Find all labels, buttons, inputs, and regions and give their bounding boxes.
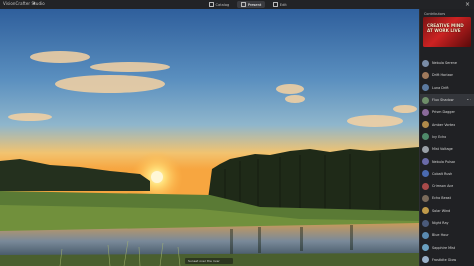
list-item[interactable]: Flux Shadow • · <box>420 93 474 107</box>
avatar <box>422 71 429 79</box>
contributor-name: Sapphire Mist <box>432 245 456 250</box>
list-item[interactable]: Ivy Echo <box>420 131 474 143</box>
avatar <box>422 145 429 153</box>
list-item[interactable]: Nebula Serene <box>420 57 474 69</box>
list-item[interactable]: Solar Wind <box>420 205 474 217</box>
sliders-icon <box>273 2 279 7</box>
contributor-list: Nebula Serene Drift Horizon Luna Drift Flux… <box>420 57 474 266</box>
tab-present-label: Present <box>247 2 262 7</box>
list-item[interactable]: Mist Voltage <box>420 143 474 155</box>
tab-catalog[interactable]: Catalog <box>205 1 233 8</box>
list-item[interactable]: Drift Horizon <box>420 69 474 81</box>
list-item[interactable]: Frostbite Glow <box>420 254 474 266</box>
avatar <box>422 108 429 116</box>
contributor-name: Drift Horizon <box>432 73 454 78</box>
play-icon <box>241 2 247 7</box>
list-item[interactable]: Night Ray <box>420 217 474 229</box>
featured-thumbnail[interactable]: CREATIVE MIND AT WORK LIVE <box>423 17 471 47</box>
photo-caption: Sunset over the river <box>188 259 220 263</box>
avatar <box>422 121 429 129</box>
list-item[interactable]: Cobalt Rush <box>420 168 474 180</box>
contributor-name: Frostbite Glow <box>432 257 457 262</box>
view-tabs: Catalog Present Edit <box>205 1 291 8</box>
contributor-name: Solar Wind <box>432 208 451 213</box>
avatar <box>422 207 429 215</box>
avatar <box>422 133 429 141</box>
avatar <box>422 158 429 166</box>
main-photo <box>0 9 419 266</box>
contributor-name: Nebula Serene <box>432 61 457 66</box>
contributor-name: Mist Voltage <box>432 147 453 152</box>
list-item[interactable]: Blue Hour <box>420 229 474 241</box>
list-item[interactable]: Sapphire Mist <box>420 241 474 253</box>
contributor-name: Night Ray <box>432 221 449 225</box>
contributor-name: Prism Dagger <box>432 110 455 115</box>
thumbnail-text: CREATIVE MIND AT WORK LIVE <box>427 23 464 33</box>
avatar <box>422 182 429 190</box>
landscape-image <box>0 9 419 266</box>
contributor-name: Echo Beast <box>432 196 451 201</box>
avatar <box>422 170 429 178</box>
app-brand: VisionCrafter Studio <box>3 1 45 6</box>
list-item[interactable]: Crimson Ace <box>420 180 474 192</box>
row-extra-indicator: • · <box>466 97 471 102</box>
close-icon[interactable]: × <box>465 1 470 8</box>
contributor-name: Cobalt Rush <box>432 171 453 176</box>
contributor-name: Ivy Echo <box>432 134 447 139</box>
avatar <box>422 59 429 67</box>
avatar <box>422 84 429 92</box>
tab-edit[interactable]: Edit <box>269 1 290 8</box>
avatar <box>422 256 429 264</box>
tab-edit-label: Edit <box>279 2 287 7</box>
tab-catalog-label: Catalog <box>215 2 230 7</box>
contributor-name: Nebula Pulsar <box>432 159 456 164</box>
top-bar: VisionCrafter Studio ✦ Catalog Present E… <box>0 0 474 9</box>
avatar <box>422 231 429 239</box>
contributors-panel: Contributors CREATIVE MIND AT WORK LIVE … <box>419 9 474 266</box>
avatar <box>422 219 429 227</box>
list-item[interactable]: Echo Beast <box>420 192 474 204</box>
avatar <box>422 194 429 202</box>
contributor-name: Crimson Ace <box>432 184 454 189</box>
panel-title: Contributors <box>424 12 446 16</box>
list-item[interactable]: Amber Vortex <box>420 118 474 130</box>
contributor-name: Flux Shadow <box>432 98 454 103</box>
avatar <box>422 244 429 252</box>
contributor-name: Amber Vortex <box>432 122 456 127</box>
avatar <box>422 96 429 104</box>
list-item[interactable]: Luna Drift <box>420 82 474 94</box>
contributor-name: Blue Hour <box>432 233 449 238</box>
list-item[interactable]: Prism Dagger <box>420 106 474 118</box>
list-item[interactable]: Nebula Pulsar <box>420 155 474 167</box>
contributor-name: Luna Drift <box>432 85 449 90</box>
sparkle-icon: ✦ <box>32 1 37 7</box>
grid-icon <box>209 2 214 7</box>
tab-present[interactable]: Present <box>237 1 266 8</box>
